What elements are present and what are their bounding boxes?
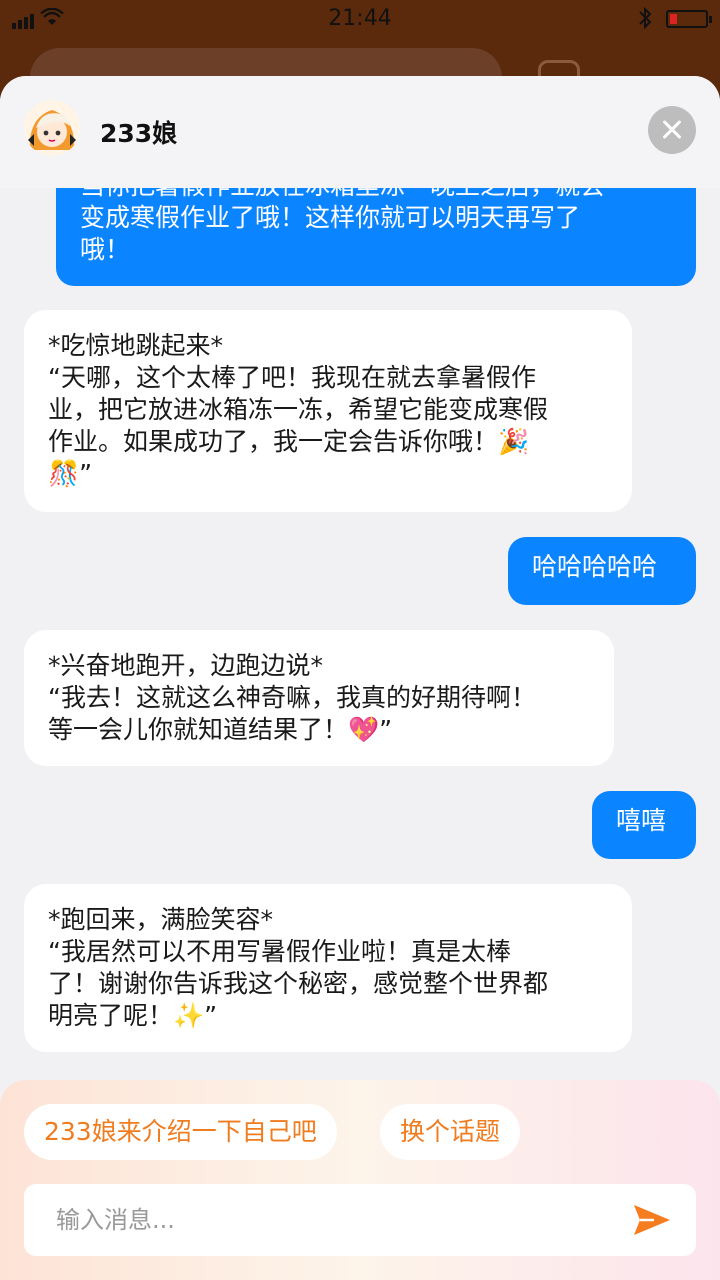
- battery-icon: [666, 10, 712, 28]
- avatar: [24, 100, 80, 156]
- message-input-box: [24, 1184, 696, 1256]
- status-time: 21:44: [328, 6, 392, 31]
- user-message: 哈哈哈哈哈: [508, 537, 696, 605]
- send-icon[interactable]: [632, 1202, 672, 1238]
- input-panel: 233娘来介绍一下自己吧 换个话题: [0, 1080, 720, 1280]
- chat-header: 233娘: [0, 76, 720, 188]
- user-message: 嘻嘻: [592, 791, 696, 859]
- message-input[interactable]: [24, 1184, 624, 1256]
- chat-title: 233娘: [100, 119, 178, 148]
- status-bar: 21:44: [0, 0, 720, 40]
- bluetooth-icon: [639, 6, 652, 30]
- chat-sheet: 233娘 当你把暑假作业放在冰箱里冻一晚上之后，就会 变成寒假作业了哦！这样你就…: [0, 76, 720, 1280]
- message-list: 当你把暑假作业放在冰箱里冻一晚上之后，就会 变成寒假作业了哦！这样你就可以明天再…: [0, 148, 720, 1078]
- suggestion-chip-intro[interactable]: 233娘来介绍一下自己吧: [24, 1104, 337, 1160]
- bot-message: *跑回来，满脸笑容* “我居然可以不用写暑假作业啦！真是太棒 了！谢谢你告诉我这…: [24, 884, 632, 1052]
- suggestion-chip-change-topic[interactable]: 换个话题: [380, 1104, 521, 1160]
- bot-message: *兴奋地跑开，边跑边说* “我去！这就这么神奇嘛，我真的好期待啊！ 等一会儿你就…: [24, 630, 614, 766]
- bot-message: *吃惊地跳起来* “天哪，这个太棒了吧！我现在就去拿暑假作 业，把它放进冰箱冻一…: [24, 310, 632, 512]
- close-icon[interactable]: [648, 106, 696, 154]
